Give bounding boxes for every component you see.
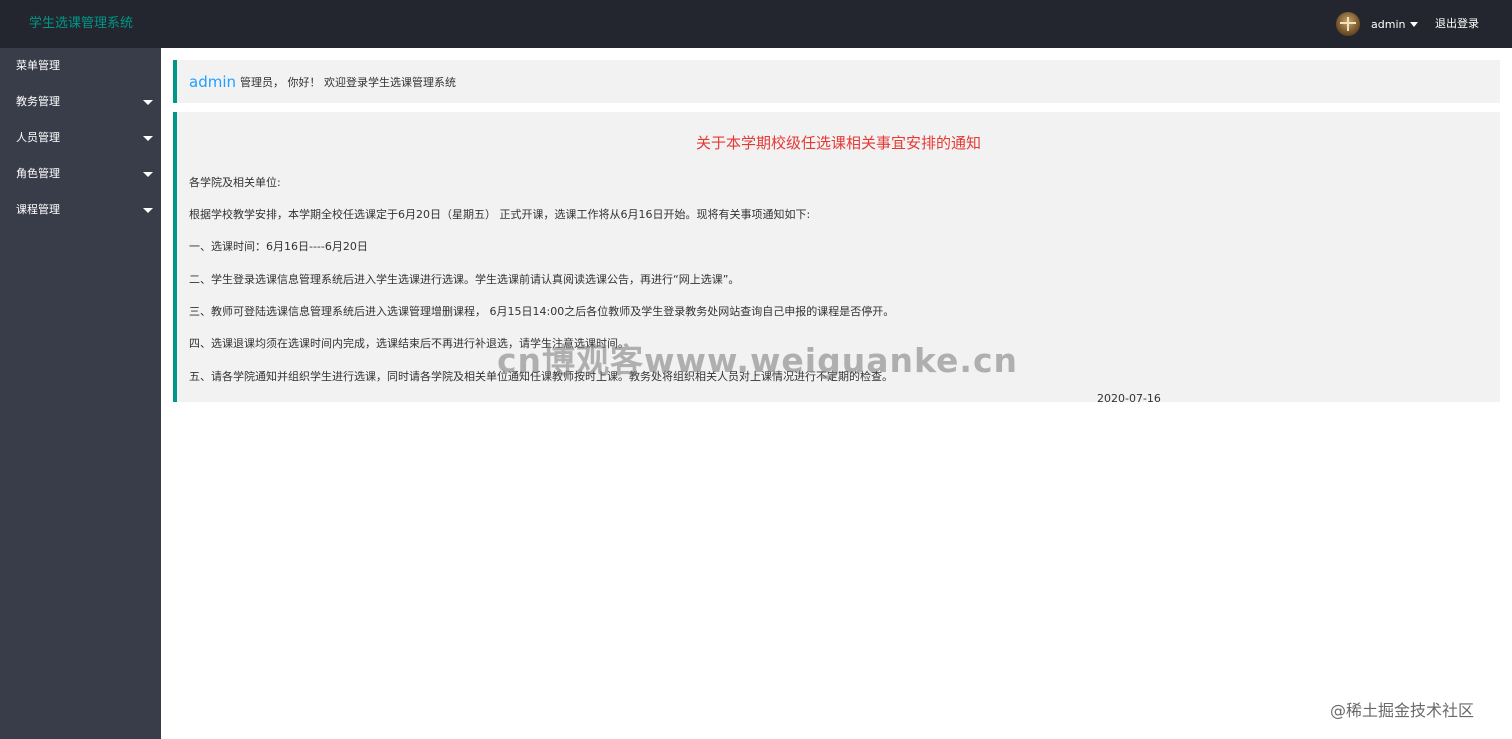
- sidebar-item-courses[interactable]: 课程管理: [0, 192, 161, 228]
- notice-date: 2020-07-16: [1097, 392, 1161, 405]
- sidebar-item-academic-affairs[interactable]: 教务管理: [0, 84, 161, 120]
- app-title[interactable]: 学生选课管理系统: [29, 0, 133, 48]
- notice-paragraph: 二、学生登录选课信息管理系统后进入学生选课进行选课。学生选课前请认真阅读选课公告…: [189, 273, 740, 286]
- notice-paragraph: 一、选课时间：6月16日----6月20日: [189, 240, 368, 253]
- avatar[interactable]: [1336, 12, 1360, 36]
- top-header: 学生选课管理系统 admin 退出登录: [0, 0, 1512, 48]
- chevron-down-icon: [143, 208, 153, 213]
- notice-paragraph: 三、教师可登陆选课信息管理系统后进入选课管理增删课程， 6月15日14:00之后…: [189, 305, 895, 318]
- sidebar-item-roles[interactable]: 角色管理: [0, 156, 161, 192]
- sidebar-item-label: 角色管理: [16, 167, 60, 180]
- watermark-center: cn博观客www.weiguanke.cn: [497, 341, 1019, 380]
- chevron-down-icon: [143, 100, 153, 105]
- chevron-down-icon: [143, 172, 153, 177]
- logout-link[interactable]: 退出登录: [1435, 0, 1479, 48]
- notice-paragraph: 各学院及相关单位:: [189, 176, 281, 189]
- sidebar-item-label: 菜单管理: [16, 59, 60, 72]
- username[interactable]: admin: [1371, 18, 1405, 31]
- welcome-admin-name: admin: [189, 72, 236, 91]
- notice-paragraph: 根据学校教学安排，本学期全校任选课定于6月20日（星期五） 正式开课，选课工作将…: [189, 208, 811, 221]
- sidebar: 菜单管理 教务管理 人员管理 角色管理 课程管理: [0, 48, 161, 739]
- chevron-down-icon: [143, 136, 153, 141]
- watermark-corner: @稀土掘金技术社区: [1330, 701, 1475, 720]
- user-menu[interactable]: admin: [1336, 11, 1419, 37]
- sidebar-item-label: 教务管理: [16, 95, 60, 108]
- sidebar-item-label: 人员管理: [16, 131, 60, 144]
- welcome-banner: admin 管理员， 你好！ 欢迎登录学生选课管理系统: [173, 60, 1500, 103]
- sidebar-item-menu-management[interactable]: 菜单管理: [0, 48, 161, 84]
- sidebar-item-label: 课程管理: [16, 203, 60, 216]
- caret-down-icon[interactable]: [1410, 21, 1419, 27]
- notice-title: 关于本学期校级任选课相关事宜安排的通知: [695, 134, 981, 152]
- welcome-greeting: 管理员， 你好！ 欢迎登录学生选课管理系统: [240, 75, 456, 89]
- sidebar-item-personnel[interactable]: 人员管理: [0, 120, 161, 156]
